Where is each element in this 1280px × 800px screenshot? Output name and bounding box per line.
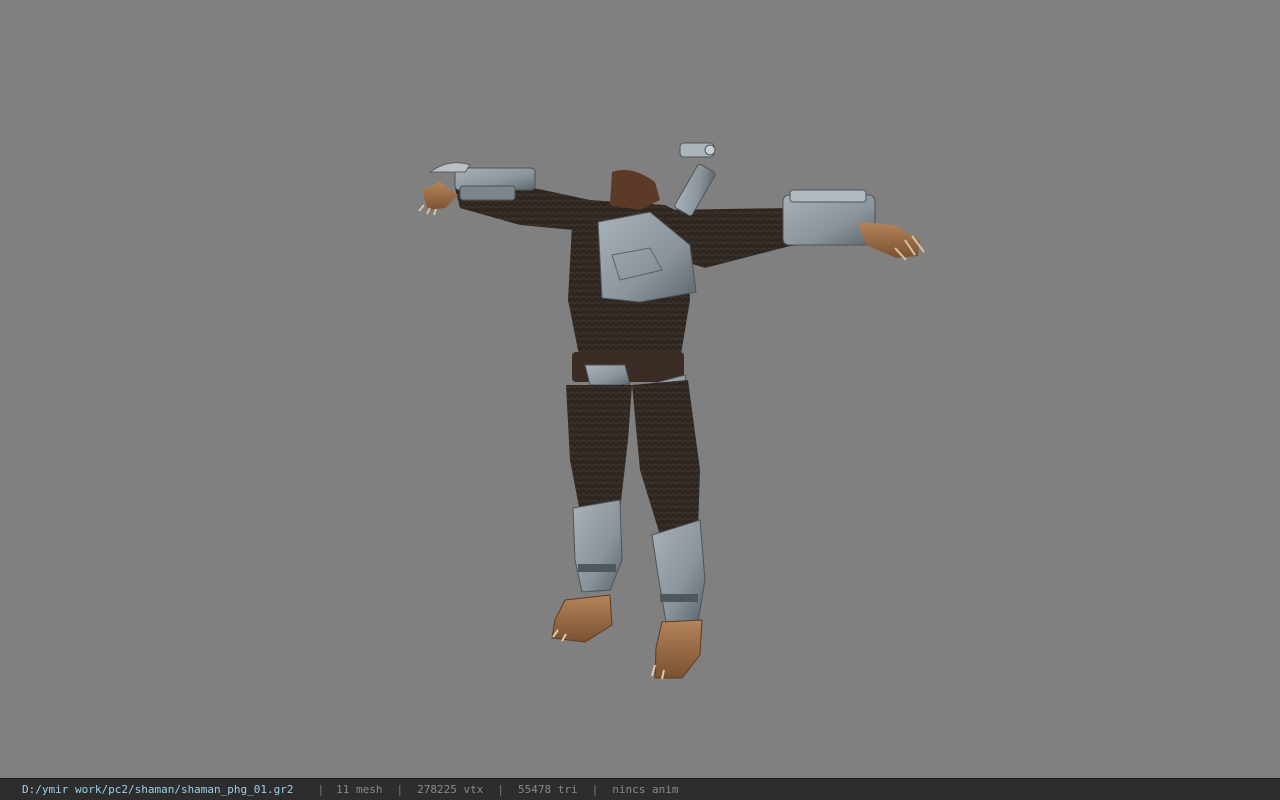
vertex-count: 278225 vtx [417, 783, 484, 796]
mesh-count: 11 mesh [336, 783, 383, 796]
character-model[interactable] [0, 0, 1280, 778]
status-bar: D:/ymir work/pc2/shaman/shaman_phg_01.gr… [0, 778, 1280, 800]
separator: | [591, 783, 599, 796]
triangle-count: 55478 tri [518, 783, 578, 796]
animation-status: nincs anim [612, 783, 679, 796]
separator: | [497, 783, 504, 796]
separator: | [396, 783, 404, 796]
separator: | [317, 783, 325, 796]
left-arm [418, 162, 595, 232]
legs [566, 380, 706, 623]
right-arm [665, 189, 925, 268]
file-path: D:/ymir work/pc2/shaman/shaman_phg_01.gr… [22, 783, 294, 796]
3d-viewport[interactable] [0, 0, 1280, 778]
